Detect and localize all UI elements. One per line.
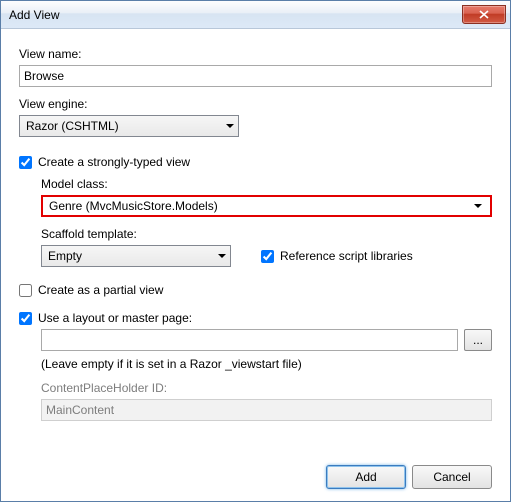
layout-hint: (Leave empty if it is set in a Razor _vi… <box>41 357 492 371</box>
dialog-footer: Add Cancel <box>19 455 492 489</box>
use-layout-checkbox[interactable] <box>19 312 32 325</box>
partial-view-label[interactable]: Create as a partial view <box>38 283 163 297</box>
view-engine-value: Razor (CSHTML) <box>26 119 119 133</box>
use-layout-label[interactable]: Use a layout or master page: <box>38 311 192 325</box>
layout-path-input[interactable] <box>41 329 458 351</box>
dialog-content: View name: View engine: Razor (CSHTML) C… <box>1 29 510 501</box>
cph-id-input <box>41 399 492 421</box>
view-name-label: View name: <box>19 47 492 61</box>
window-title: Add View <box>9 8 59 22</box>
chevron-down-icon <box>218 254 226 258</box>
scaffold-template-label: Scaffold template: <box>41 227 492 241</box>
view-name-input[interactable] <box>19 65 492 87</box>
scaffold-template-value: Empty <box>48 249 82 263</box>
scaffold-template-combo[interactable]: Empty <box>41 245 231 267</box>
strongly-typed-row: Create a strongly-typed view <box>19 155 492 169</box>
model-class-value: Genre (MvcMusicStore.Models) <box>49 199 218 213</box>
titlebar: Add View <box>1 1 510 29</box>
ellipsis-icon: ... <box>473 333 483 347</box>
close-icon <box>479 10 489 19</box>
cph-id-label: ContentPlaceHolder ID: <box>41 381 492 395</box>
browse-button[interactable]: ... <box>464 329 492 351</box>
view-engine-combo[interactable]: Razor (CSHTML) <box>19 115 239 137</box>
reference-scripts-label[interactable]: Reference script libraries <box>280 249 413 263</box>
strongly-typed-label[interactable]: Create a strongly-typed view <box>38 155 190 169</box>
cancel-button-label: Cancel <box>433 470 470 484</box>
reference-scripts-checkbox[interactable] <box>261 250 274 263</box>
partial-view-checkbox[interactable] <box>19 284 32 297</box>
layout-group: ... (Leave empty if it is set in a Razor… <box>41 329 492 421</box>
close-button[interactable] <box>462 5 506 24</box>
add-button-label: Add <box>355 470 376 484</box>
view-engine-label: View engine: <box>19 97 492 111</box>
cancel-button[interactable]: Cancel <box>412 465 492 489</box>
strongly-typed-checkbox[interactable] <box>19 156 32 169</box>
strongly-typed-group: Model class: Genre (MvcMusicStore.Models… <box>41 173 492 267</box>
chevron-down-icon <box>226 124 234 128</box>
add-button[interactable]: Add <box>326 465 406 489</box>
add-view-dialog: Add View View name: View engine: Razor (… <box>0 0 511 502</box>
model-class-label: Model class: <box>41 177 492 191</box>
model-class-combo[interactable]: Genre (MvcMusicStore.Models) <box>41 195 492 217</box>
chevron-down-icon <box>474 204 482 208</box>
